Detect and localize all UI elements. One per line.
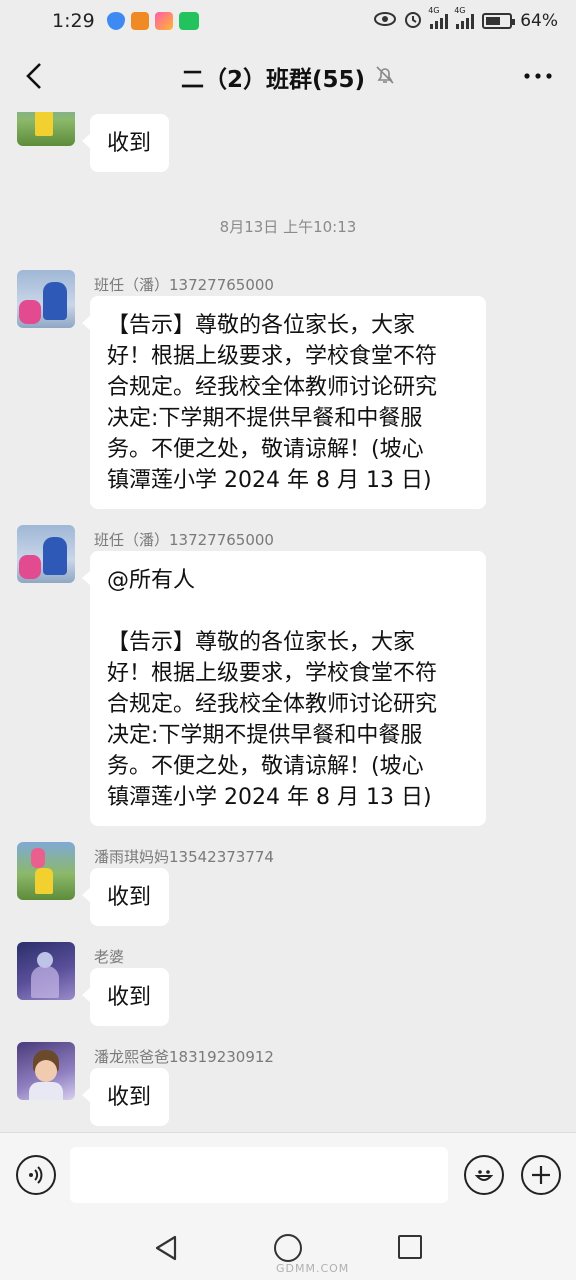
message-line: 好！根据上级要求，学校食堂不符 bbox=[107, 661, 438, 686]
avatar[interactable] bbox=[17, 942, 75, 1000]
message-line: 合规定。经我校全体教师讨论研究 bbox=[107, 692, 438, 717]
signal-icon-2: 4G bbox=[454, 6, 475, 29]
message-line: 合规定。经我校全体教师讨论研究 bbox=[107, 375, 438, 400]
message-line: 务。不便之处，敬请谅解！(坡心 bbox=[107, 754, 424, 779]
chat-message: 潘龙熙爸爸18319230912 收到 bbox=[17, 1042, 557, 1132]
emoji-icon bbox=[474, 1170, 494, 1181]
chat-header: 二（2）班群(55) bbox=[0, 42, 576, 112]
avatar[interactable] bbox=[17, 525, 75, 583]
chat-message: 班任（潘）13727765000 @所有人 【告示】尊敬的各位家长，大家 好！根… bbox=[17, 525, 557, 830]
watermark: GDMM.COM bbox=[276, 1262, 350, 1275]
sender-name: 班任（潘）13727765000 bbox=[94, 531, 274, 549]
message-line: 决定:下学期不提供早餐和中餐服 bbox=[107, 723, 423, 748]
message-text: 收到 bbox=[107, 1085, 152, 1110]
plus-button[interactable] bbox=[521, 1155, 561, 1195]
nav-back-icon bbox=[155, 1235, 177, 1261]
sender-name: 潘龙熙爸爸18319230912 bbox=[94, 1048, 274, 1066]
mention-text: @所有人 bbox=[107, 568, 196, 593]
message-bubble[interactable]: 收到 bbox=[81, 868, 170, 926]
nav-home-button[interactable] bbox=[274, 1234, 302, 1262]
message-line: 务。不便之处，敬请谅解！(坡心 bbox=[107, 437, 424, 462]
message-bubble[interactable]: 收到 bbox=[81, 114, 170, 172]
alarm-icon bbox=[404, 10, 422, 33]
message-input[interactable] bbox=[70, 1147, 448, 1203]
back-button[interactable] bbox=[16, 58, 52, 94]
sender-name: 班任（潘）13727765000 bbox=[94, 276, 274, 294]
network-type-1: 4G bbox=[428, 6, 440, 15]
status-time: 1:29 bbox=[52, 10, 95, 32]
chat-message: 收到 bbox=[17, 112, 557, 174]
avatar[interactable] bbox=[17, 270, 75, 328]
system-nav-bar: GDMM.COM bbox=[0, 1216, 576, 1280]
message-text: 收到 bbox=[107, 131, 152, 156]
message-line: 镇潭莲小学 2024 年 8 月 13 日) bbox=[107, 785, 432, 810]
sender-name: 潘雨琪妈妈13542373774 bbox=[94, 848, 274, 866]
more-button[interactable] bbox=[522, 60, 554, 92]
voice-icon bbox=[29, 1166, 43, 1184]
sender-name: 老婆 bbox=[94, 948, 125, 966]
network-type-2: 4G bbox=[454, 6, 466, 15]
eye-icon bbox=[374, 11, 397, 31]
nav-back-button[interactable] bbox=[150, 1232, 182, 1264]
plus-icon bbox=[532, 1166, 550, 1184]
message-line: 镇潭莲小学 2024 年 8 月 13 日) bbox=[107, 468, 432, 493]
bell-muted-icon bbox=[375, 65, 395, 89]
chat-timestamp: 8月13日 上午10:13 bbox=[219, 218, 357, 236]
voice-button[interactable] bbox=[16, 1155, 56, 1195]
input-bar bbox=[0, 1132, 576, 1216]
avatar[interactable] bbox=[17, 842, 75, 900]
chat-title: 二（2）班群(55) bbox=[180, 67, 366, 93]
chat-message: 老婆 收到 bbox=[17, 942, 557, 1032]
signal-icon: 4G bbox=[428, 6, 449, 29]
message-line: 好！根据上级要求，学校食堂不符 bbox=[107, 344, 438, 369]
iqiyi-app-icon bbox=[178, 12, 199, 30]
more-dots-icon bbox=[524, 73, 552, 79]
message-line: 决定:下学期不提供早餐和中餐服 bbox=[107, 406, 423, 431]
avatar[interactable] bbox=[17, 112, 75, 146]
battery-icon bbox=[482, 13, 516, 29]
message-text: 收到 bbox=[107, 985, 152, 1010]
emoji-button[interactable] bbox=[464, 1155, 504, 1195]
message-bubble[interactable]: 【告示】尊敬的各位家长，大家 好！根据上级要求，学校食堂不符 合规定。经我校全体… bbox=[82, 296, 486, 509]
chat-message: 班任（潘）13727765000 【告示】尊敬的各位家长，大家 好！根据上级要求… bbox=[17, 270, 557, 510]
chat-message-list[interactable]: 收到 8月13日 上午10:13 班任（潘）13727765000 【告示】尊敬… bbox=[0, 112, 576, 1132]
back-arrow-icon bbox=[26, 63, 41, 89]
store-app-icon bbox=[154, 12, 173, 30]
message-bubble[interactable]: 收到 bbox=[81, 1068, 170, 1126]
message-text: 收到 bbox=[107, 885, 152, 910]
video-app-icon bbox=[130, 12, 149, 30]
message-line: 【告示】尊敬的各位家长，大家 bbox=[107, 313, 416, 338]
message-line: 【告示】尊敬的各位家长，大家 bbox=[107, 630, 416, 655]
message-bubble[interactable]: @所有人 【告示】尊敬的各位家长，大家 好！根据上级要求，学校食堂不符 合规定。… bbox=[82, 551, 486, 826]
nav-recent-button[interactable] bbox=[398, 1235, 422, 1259]
chat-message: 潘雨琪妈妈13542373774 收到 bbox=[17, 842, 557, 932]
avatar[interactable] bbox=[17, 1042, 75, 1100]
status-bar: 1:29 4G 4G 64% bbox=[0, 0, 576, 42]
message-bubble[interactable]: 收到 bbox=[81, 968, 170, 1026]
battery-percent: 64% bbox=[520, 11, 558, 31]
shield-app-icon bbox=[106, 12, 125, 30]
